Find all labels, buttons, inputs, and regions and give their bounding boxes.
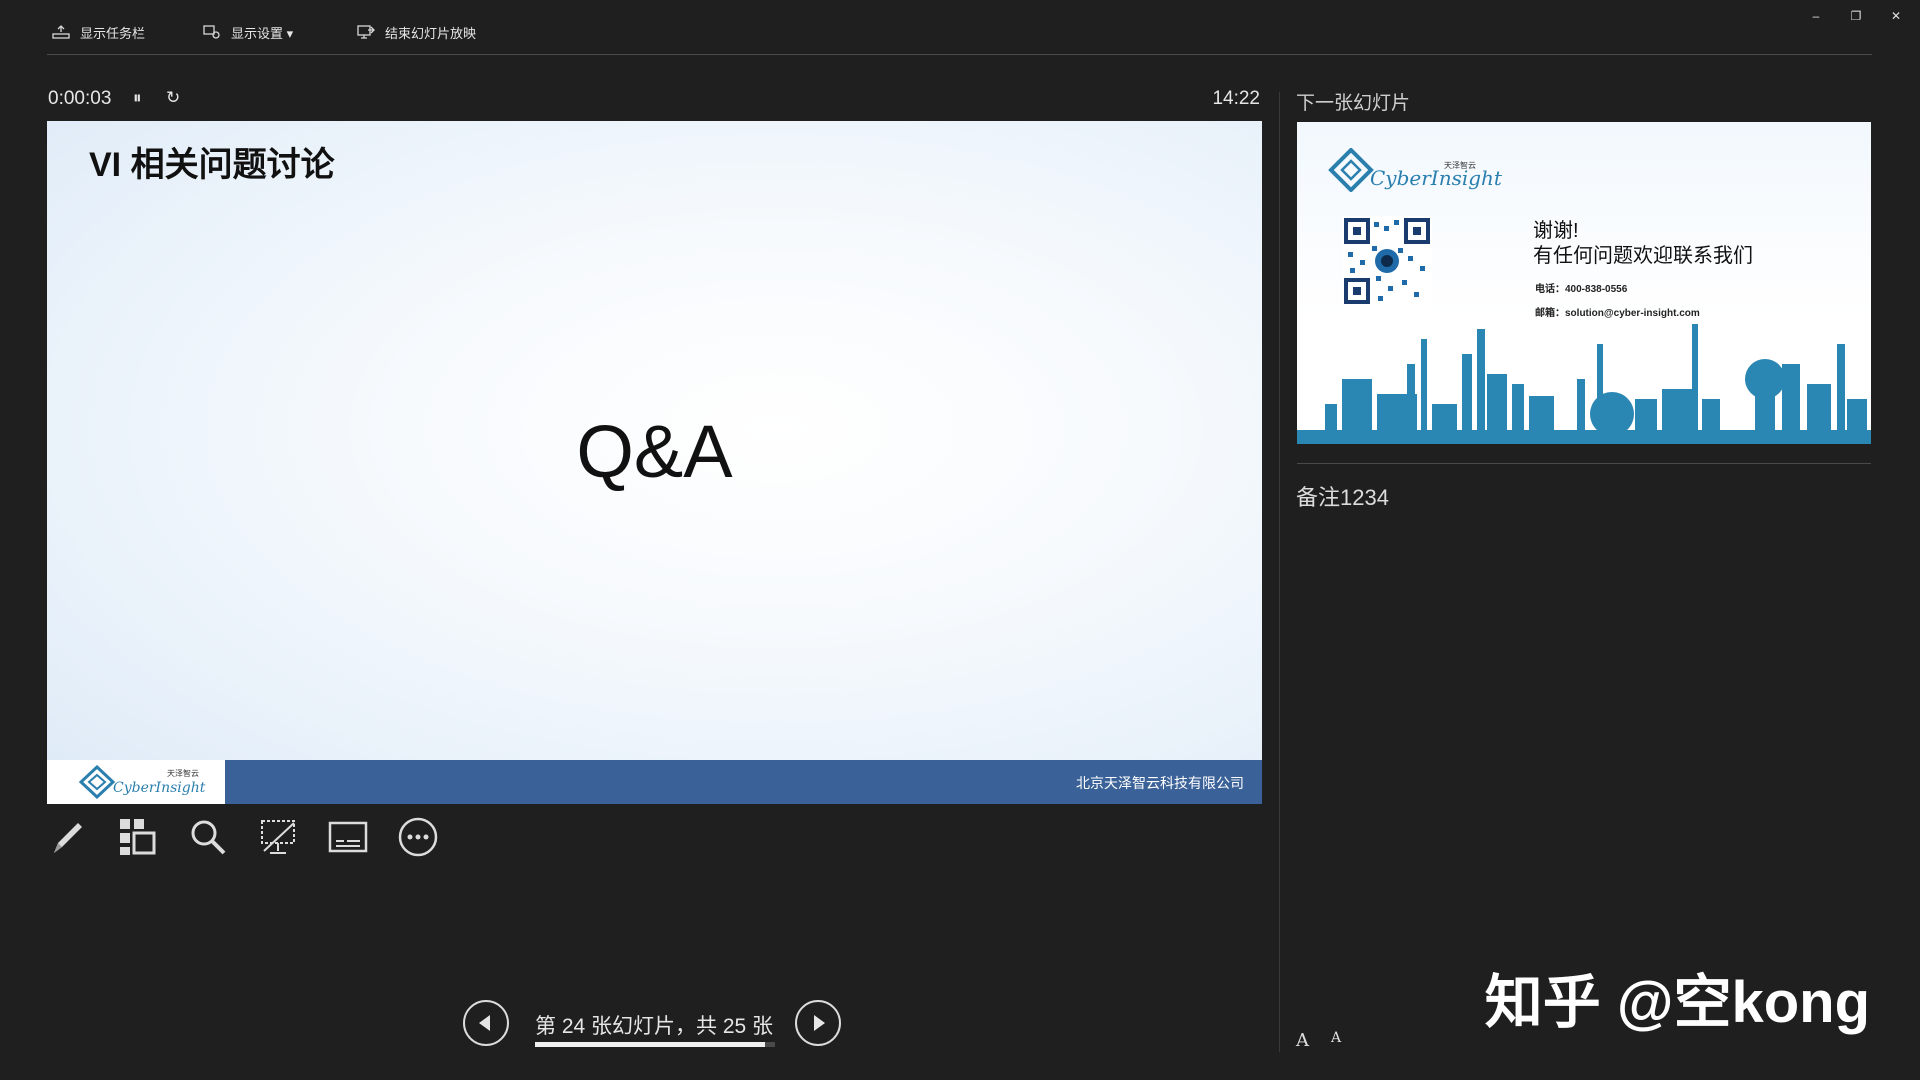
next-slide-button[interactable]	[795, 1000, 841, 1046]
slide-footer-logo: CyberInsight 天泽智云	[47, 760, 225, 804]
subtitles-icon	[328, 821, 368, 853]
pen-icon	[54, 823, 82, 853]
black-screen-icon	[261, 820, 295, 854]
zoom-icon	[191, 820, 226, 855]
end-slideshow-label: 结束幻灯片放映	[385, 25, 477, 41]
display-settings-label: 显示设置 ▾	[231, 25, 294, 41]
slide-counter[interactable]: 第 24 张幻灯片，共 25 张	[535, 1010, 773, 1040]
slide-tools	[47, 815, 439, 859]
previous-arrow-icon	[479, 1015, 490, 1031]
reset-timer-button[interactable]: ↻	[166, 88, 180, 108]
display-settings-button[interactable]: 显示设置 ▾	[203, 20, 293, 44]
elapsed-timer: 0:00:03	[48, 88, 112, 109]
next-slide-preview[interactable]: CyberInsight 天泽智云 谢谢! 有任何问题欢迎联系我们 电话：400…	[1297, 122, 1871, 444]
close-button[interactable]: ✕	[1876, 6, 1916, 26]
restore-button[interactable]: ❐	[1836, 6, 1876, 26]
minimize-button[interactable]: –	[1796, 6, 1836, 26]
next-slide-contact-line: 有任何问题欢迎联系我们	[1533, 245, 1753, 267]
subtitles-button[interactable]	[327, 815, 369, 859]
next-arrow-icon	[814, 1015, 825, 1031]
show-taskbar-button[interactable]: 显示任务栏	[52, 20, 145, 44]
current-time: 14:22	[1212, 88, 1260, 109]
footer-company-name: 北京天泽智云科技有限公司	[1076, 775, 1244, 791]
slide-body-text: Q&A	[576, 410, 733, 493]
pen-tool-button[interactable]	[47, 815, 89, 859]
see-all-slides-icon	[120, 819, 156, 855]
presenter-toolbar: 显示任务栏 显示设置 ▾ 结束幻灯片放映	[0, 0, 1920, 56]
next-slide-logo-cn: 天泽智云	[1444, 161, 1476, 170]
next-slide-logo-icon	[1328, 148, 1374, 192]
increase-font-button[interactable]: A	[1296, 1030, 1309, 1051]
next-slide-logo-text: CyberInsight	[1370, 166, 1502, 190]
decrease-font-button[interactable]: A	[1331, 1030, 1341, 1051]
display-settings-icon	[203, 25, 220, 39]
end-slideshow-button[interactable]: 结束幻灯片放映	[357, 20, 476, 44]
toolbar-divider	[47, 54, 1872, 55]
next-slide-label: 下一张幻灯片	[1296, 93, 1411, 114]
more-options-button[interactable]	[397, 815, 439, 859]
end-slideshow-icon	[357, 25, 375, 39]
show-taskbar-label: 显示任务栏	[80, 25, 146, 41]
slide-progress-bar	[535, 1042, 775, 1047]
industrial-skyline-image	[1297, 324, 1871, 444]
black-screen-button[interactable]	[257, 815, 299, 859]
more-options-icon	[398, 817, 438, 857]
slide-navigation: 第 24 张幻灯片，共 25 张	[463, 1000, 843, 1050]
notes-divider	[1297, 463, 1871, 464]
window-controls: – ❐ ✕	[1796, 6, 1916, 26]
slide-title: VI 相关问题讨论	[89, 146, 335, 184]
current-slide[interactable]: VI 相关问题讨论 Q&A CyberInsight 天泽智云 北京天泽智云科技…	[47, 121, 1262, 804]
speaker-notes[interactable]: 备注1234	[1296, 480, 1389, 512]
footer-logo-text: CyberInsight	[113, 780, 206, 796]
slide-footer: CyberInsight 天泽智云 北京天泽智云科技有限公司	[47, 760, 1262, 804]
zoom-button[interactable]	[187, 815, 229, 859]
footer-logo-cn: 天泽智云	[167, 769, 199, 778]
pane-divider[interactable]	[1279, 92, 1280, 1052]
pause-timer-button[interactable]: ⏸	[133, 88, 142, 108]
cyberinsight-logo-icon	[78, 765, 116, 799]
notes-font-controls: A A	[1296, 1030, 1341, 1051]
taskbar-icon	[52, 25, 70, 39]
previous-slide-button[interactable]	[463, 1000, 509, 1046]
watermark-text: 知乎 @空kong	[1484, 970, 1870, 1035]
see-all-slides-button[interactable]	[117, 815, 159, 859]
